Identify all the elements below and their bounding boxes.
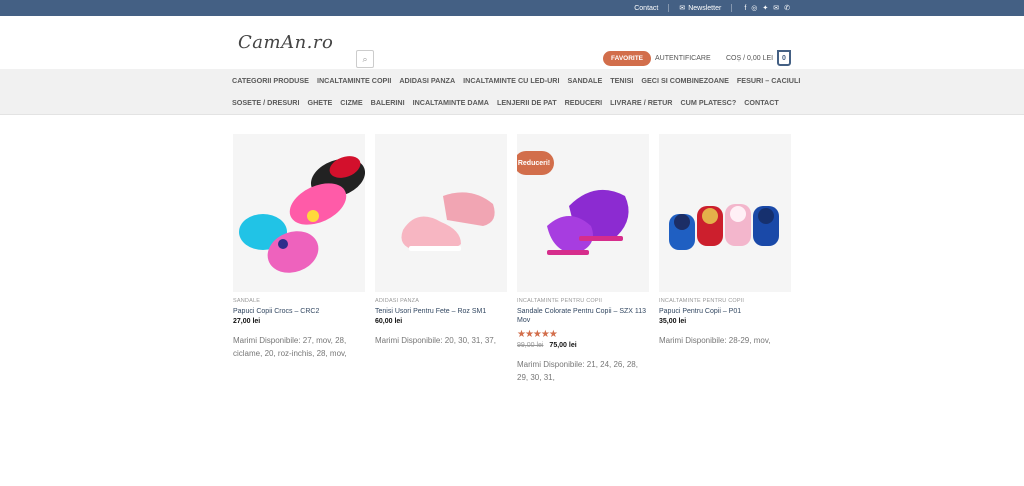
nav-item-balerini[interactable]: BALERINI	[371, 98, 405, 107]
nav-item-lenjerii-de-pat[interactable]: LENJERII DE PAT	[497, 98, 557, 107]
nav-item-reduceri[interactable]: REDUCERI	[565, 98, 603, 107]
nav-item-ghete[interactable]: GHETE	[308, 98, 333, 107]
price-current: 35,00 lei	[659, 318, 687, 325]
cart-icon[interactable]: 0	[777, 50, 791, 66]
slippers-image	[659, 134, 791, 292]
nav-item-categorii-produse[interactable]: CATEGORII PRODUSE	[232, 76, 309, 85]
product-category[interactable]: INCALTAMINTE PENTRU COPII	[517, 298, 649, 304]
sneaker-image	[375, 134, 507, 292]
product-image[interactable]: Reduceri!	[517, 134, 649, 292]
cart-link[interactable]: COȘ / 0,00 LEI	[726, 55, 773, 62]
nav-item-incaltaminte-cu-led-uri[interactable]: INCALTAMINTE CU LED-URI	[463, 76, 559, 85]
nav-row-2: SOSETE / DRESURI GHETE CIZME BALERINI INCALT…	[232, 98, 779, 107]
product-price: 27,00 lei	[233, 318, 365, 325]
product-sizes: Marimi Disponibile: 20, 30, 31, 37,	[375, 336, 496, 345]
twitter-icon[interactable]: ✦	[762, 4, 768, 12]
contact-link[interactable]: Contact	[634, 5, 658, 12]
product-category[interactable]: ADIDASI PANZA	[375, 298, 507, 304]
product-card[interactable]: ADIDASI PANZA Tenisi Usori Pentru Fete –…	[375, 134, 507, 384]
envelope-icon: ✉	[679, 5, 686, 12]
product-card[interactable]: Reduceri! INCALTAMINTE PENTRU COPII Sand…	[517, 134, 649, 384]
product-name[interactable]: Papuci Pentru Copii – P01	[659, 307, 791, 316]
nav-item-sosete-dresuri[interactable]: SOSETE / DRESURI	[232, 98, 300, 107]
product-sizes: Marimi Disponibile: 28-29, mov,	[659, 336, 771, 345]
product-price: 99,00 lei 75,00 lei	[517, 342, 649, 349]
product-grid: SANDALE Papuci Copii Crocs – CRC2 27,00 …	[233, 134, 793, 384]
price-current: 60,00 lei	[375, 318, 403, 325]
rating-stars: ★★★★★	[517, 329, 558, 340]
newsletter-label: Newsletter	[688, 4, 722, 12]
product-category[interactable]: SANDALE	[233, 298, 365, 304]
search-button[interactable]: ⌕	[356, 50, 374, 68]
login-link[interactable]: AUTENTIFICARE	[655, 55, 711, 62]
product-card[interactable]: SANDALE Papuci Copii Crocs – CRC2 27,00 …	[233, 134, 365, 384]
product-price: 60,00 lei	[375, 318, 507, 325]
product-card[interactable]: INCALTAMINTE PENTRU COPII Papuci Pentru …	[659, 134, 791, 384]
social-icons: f ◎ ✦ ✉ ✆	[744, 4, 790, 13]
price-current: 27,00 lei	[233, 318, 261, 325]
main-navigation: CATEGORII PRODUSE INCALTAMINTE COPII ADIDA…	[0, 69, 1024, 115]
site-header: CamAn.ro ⌕ FAVORITE AUTENTIFICARE COȘ / …	[0, 16, 1024, 69]
nav-item-contact[interactable]: CONTACT	[744, 98, 779, 107]
top-bar: Contact ✉ Newsletter f ◎ ✦ ✉ ✆	[0, 0, 1024, 16]
product-price: 35,00 lei	[659, 318, 791, 325]
divider	[668, 4, 670, 12]
nav-item-incaltaminte-dama[interactable]: INCALTAMINTE DAMA	[413, 98, 489, 107]
sale-badge: Reduceri!	[517, 151, 554, 175]
favorites-button[interactable]: FAVORITE	[603, 51, 652, 66]
nav-item-tenisi[interactable]: TENISI	[610, 76, 633, 85]
facebook-icon[interactable]: f	[744, 5, 746, 12]
product-name[interactable]: Sandale Colorate Pentru Copii – SZX 113 …	[517, 307, 649, 325]
price-old: 99,00 lei	[517, 342, 544, 349]
nav-item-geci-si-combinezoane[interactable]: GECI SI COMBINEZOANE	[641, 76, 728, 85]
search-icon: ⌕	[362, 53, 368, 64]
site-logo[interactable]: CamAn.ro	[238, 32, 333, 53]
nav-item-cum-platesc[interactable]: CUM PLATESC?	[680, 98, 736, 107]
email-icon[interactable]: ✉	[773, 4, 779, 12]
product-sizes: Marimi Disponibile: 21, 24, 26, 28, 29, …	[517, 360, 638, 382]
nav-item-adidasi-panza[interactable]: ADIDASI PANZA	[399, 76, 455, 85]
product-image[interactable]	[375, 134, 507, 292]
nav-item-fesuri-caciuli[interactable]: FESURI – CACIULI	[737, 76, 801, 85]
instagram-icon[interactable]: ◎	[751, 4, 757, 12]
divider	[731, 4, 733, 12]
crocs-image	[233, 134, 365, 292]
product-image[interactable]	[233, 134, 365, 292]
cart-count: 0	[782, 54, 786, 62]
phone-icon[interactable]: ✆	[784, 4, 790, 12]
product-image[interactable]	[659, 134, 791, 292]
nav-item-livrare-retur[interactable]: LIVRARE / RETUR	[610, 98, 672, 107]
price-current: 75,00 lei	[549, 342, 577, 349]
nav-item-sandale[interactable]: SANDALE	[568, 76, 603, 85]
nav-item-cizme[interactable]: CIZME	[340, 98, 362, 107]
product-name[interactable]: Tenisi Usori Pentru Fete – Roz SM1	[375, 307, 507, 316]
product-name[interactable]: Papuci Copii Crocs – CRC2	[233, 307, 365, 316]
newsletter-link[interactable]: ✉ Newsletter	[679, 4, 722, 13]
product-category[interactable]: INCALTAMINTE PENTRU COPII	[659, 298, 791, 304]
nav-row-1: CATEGORII PRODUSE INCALTAMINTE COPII ADIDA…	[232, 76, 800, 85]
nav-item-incaltaminte-copii[interactable]: INCALTAMINTE COPII	[317, 76, 391, 85]
product-sizes: Marimi Disponibile: 27, mov, 28, ciclame…	[233, 336, 347, 358]
